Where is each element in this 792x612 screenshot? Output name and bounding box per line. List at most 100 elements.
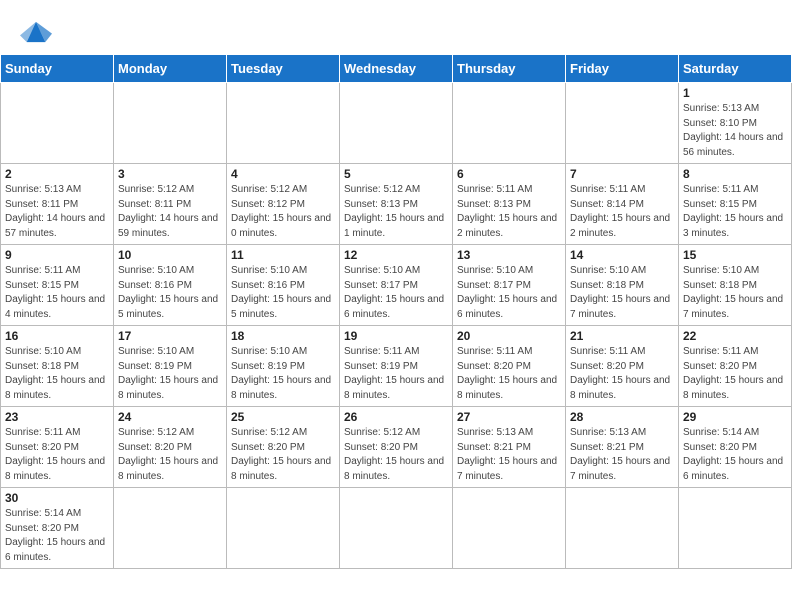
day-number: 10	[118, 248, 222, 262]
day-info: Sunrise: 5:12 AM Sunset: 8:20 PM Dayligh…	[344, 426, 448, 484]
calendar-cell: 14 Sunrise: 5:10 AM Sunset: 8:18 PM Dayli…	[566, 245, 679, 326]
day-info: Sunrise: 5:10 AM Sunset: 8:18 PM Dayligh…	[683, 264, 787, 322]
calendar-cell: 29Sunrise: 5:14 AM Sunset: 8:20 PM Dayli…	[679, 407, 792, 488]
calendar-cell	[453, 488, 566, 569]
day-info: Sunrise: 5:10 AM Sunset: 8:18 PM Dayligh…	[570, 264, 674, 322]
weekday-header-thursday: Thursday	[453, 55, 566, 83]
day-number: 18	[231, 329, 335, 343]
calendar: SundayMondayTuesdayWednesdayThursdayFrid…	[0, 54, 792, 569]
day-info: Sunrise: 5:12 AM Sunset: 8:20 PM Dayligh…	[118, 426, 222, 484]
day-number: 27	[457, 410, 561, 424]
calendar-cell	[566, 488, 679, 569]
day-number: 20	[457, 329, 561, 343]
day-number: 23	[5, 410, 109, 424]
day-info: Sunrise: 5:11 AM Sunset: 8:20 PM Dayligh…	[457, 345, 561, 403]
day-info: Sunrise: 5:13 AM Sunset: 8:11 PM Dayligh…	[5, 183, 109, 241]
day-number: 30	[5, 491, 109, 505]
calendar-cell	[227, 488, 340, 569]
calendar-cell: 28Sunrise: 5:13 AM Sunset: 8:21 PM Dayli…	[566, 407, 679, 488]
calendar-cell: 5 Sunrise: 5:12 AM Sunset: 8:13 PM Daylig…	[340, 164, 453, 245]
day-number: 6	[457, 167, 561, 181]
day-info: Sunrise: 5:11 AM Sunset: 8:15 PM Dayligh…	[683, 183, 787, 241]
day-info: Sunrise: 5:12 AM Sunset: 8:13 PM Dayligh…	[344, 183, 448, 241]
calendar-cell: 30 Sunrise: 5:14 AM Sunset: 8:20 PM Dayli…	[1, 488, 114, 569]
day-number: 24	[118, 410, 222, 424]
day-number: 22	[683, 329, 787, 343]
calendar-cell: 20 Sunrise: 5:11 AM Sunset: 8:20 PM Dayli…	[453, 326, 566, 407]
logo	[20, 18, 58, 46]
calendar-cell	[114, 488, 227, 569]
calendar-cell: 25 Sunrise: 5:12 AM Sunset: 8:20 PM Dayli…	[227, 407, 340, 488]
calendar-cell	[566, 83, 679, 164]
calendar-cell: 10 Sunrise: 5:10 AM Sunset: 8:16 PM Dayli…	[114, 245, 227, 326]
weekday-header-monday: Monday	[114, 55, 227, 83]
day-info: Sunrise: 5:11 AM Sunset: 8:20 PM Dayligh…	[5, 426, 109, 484]
calendar-cell: 22 Sunrise: 5:11 AM Sunset: 8:20 PM Dayli…	[679, 326, 792, 407]
calendar-cell: 2 Sunrise: 5:13 AM Sunset: 8:11 PM Daylig…	[1, 164, 114, 245]
calendar-cell: 11 Sunrise: 5:10 AM Sunset: 8:16 PM Dayli…	[227, 245, 340, 326]
day-info: Sunrise: 5:11 AM Sunset: 8:20 PM Dayligh…	[570, 345, 674, 403]
weekday-header-wednesday: Wednesday	[340, 55, 453, 83]
day-number: 25	[231, 410, 335, 424]
calendar-cell: 12 Sunrise: 5:10 AM Sunset: 8:17 PM Dayli…	[340, 245, 453, 326]
day-number: 26	[344, 410, 448, 424]
header	[0, 0, 792, 54]
calendar-cell: 13 Sunrise: 5:10 AM Sunset: 8:17 PM Dayli…	[453, 245, 566, 326]
day-number: 8	[683, 167, 787, 181]
day-info: Sunrise: 5:13 AM Sunset: 8:10 PM Dayligh…	[683, 102, 787, 160]
day-number: 5	[344, 167, 448, 181]
day-info: Sunrise: 5:10 AM Sunset: 8:17 PM Dayligh…	[457, 264, 561, 322]
day-number: 7	[570, 167, 674, 181]
day-number: 12	[344, 248, 448, 262]
day-number: 4	[231, 167, 335, 181]
calendar-cell: 3 Sunrise: 5:12 AM Sunset: 8:11 PM Daylig…	[114, 164, 227, 245]
day-info: Sunrise: 5:12 AM Sunset: 8:20 PM Dayligh…	[231, 426, 335, 484]
day-number: 2	[5, 167, 109, 181]
calendar-cell	[340, 488, 453, 569]
weekday-header-saturday: Saturday	[679, 55, 792, 83]
calendar-cell: 7 Sunrise: 5:11 AM Sunset: 8:14 PM Daylig…	[566, 164, 679, 245]
calendar-cell: 21 Sunrise: 5:11 AM Sunset: 8:20 PM Dayli…	[566, 326, 679, 407]
calendar-cell: 6 Sunrise: 5:11 AM Sunset: 8:13 PM Daylig…	[453, 164, 566, 245]
calendar-cell	[340, 83, 453, 164]
day-number: 21	[570, 329, 674, 343]
calendar-cell: 23 Sunrise: 5:11 AM Sunset: 8:20 PM Dayli…	[1, 407, 114, 488]
weekday-header-tuesday: Tuesday	[227, 55, 340, 83]
day-number: 11	[231, 248, 335, 262]
day-info: Sunrise: 5:10 AM Sunset: 8:16 PM Dayligh…	[231, 264, 335, 322]
day-info: Sunrise: 5:13 AM Sunset: 8:21 PM Dayligh…	[457, 426, 561, 484]
day-number: 3	[118, 167, 222, 181]
day-info: Sunrise: 5:11 AM Sunset: 8:19 PM Dayligh…	[344, 345, 448, 403]
day-number: 9	[5, 248, 109, 262]
calendar-cell	[453, 83, 566, 164]
calendar-cell	[227, 83, 340, 164]
day-info: Sunrise: 5:10 AM Sunset: 8:19 PM Dayligh…	[231, 345, 335, 403]
day-info: Sunrise: 5:12 AM Sunset: 8:11 PM Dayligh…	[118, 183, 222, 241]
day-number: 17	[118, 329, 222, 343]
calendar-cell: 24 Sunrise: 5:12 AM Sunset: 8:20 PM Dayli…	[114, 407, 227, 488]
day-number: 14	[570, 248, 674, 262]
day-number: 13	[457, 248, 561, 262]
calendar-cell: 9 Sunrise: 5:11 AM Sunset: 8:15 PM Daylig…	[1, 245, 114, 326]
day-info: Sunrise: 5:10 AM Sunset: 8:16 PM Dayligh…	[118, 264, 222, 322]
calendar-cell: 1 Sunrise: 5:13 AM Sunset: 8:10 PM Daylig…	[679, 83, 792, 164]
calendar-cell: 8 Sunrise: 5:11 AM Sunset: 8:15 PM Daylig…	[679, 164, 792, 245]
day-info: Sunrise: 5:10 AM Sunset: 8:19 PM Dayligh…	[118, 345, 222, 403]
day-number: 16	[5, 329, 109, 343]
day-number: 19	[344, 329, 448, 343]
calendar-cell	[114, 83, 227, 164]
day-info: Sunrise: 5:11 AM Sunset: 8:13 PM Dayligh…	[457, 183, 561, 241]
day-number: 1	[683, 86, 787, 100]
day-info: Sunrise: 5:11 AM Sunset: 8:15 PM Dayligh…	[5, 264, 109, 322]
day-info: Sunrise: 5:11 AM Sunset: 8:14 PM Dayligh…	[570, 183, 674, 241]
day-info: Sunrise: 5:11 AM Sunset: 8:20 PM Dayligh…	[683, 345, 787, 403]
calendar-cell: 27 Sunrise: 5:13 AM Sunset: 8:21 PM Dayli…	[453, 407, 566, 488]
day-info: Sunrise: 5:10 AM Sunset: 8:17 PM Dayligh…	[344, 264, 448, 322]
calendar-cell: 15Sunrise: 5:10 AM Sunset: 8:18 PM Dayli…	[679, 245, 792, 326]
calendar-cell: 17 Sunrise: 5:10 AM Sunset: 8:19 PM Dayli…	[114, 326, 227, 407]
calendar-cell	[1, 83, 114, 164]
calendar-cell: 26 Sunrise: 5:12 AM Sunset: 8:20 PM Dayli…	[340, 407, 453, 488]
day-info: Sunrise: 5:14 AM Sunset: 8:20 PM Dayligh…	[5, 507, 109, 565]
weekday-header-sunday: Sunday	[1, 55, 114, 83]
day-info: Sunrise: 5:10 AM Sunset: 8:18 PM Dayligh…	[5, 345, 109, 403]
